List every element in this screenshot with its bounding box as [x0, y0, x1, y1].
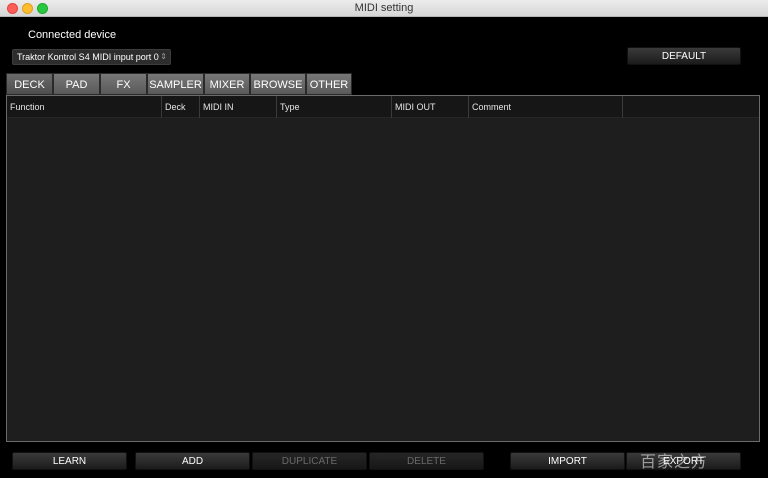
default-button[interactable]: DEFAULT — [627, 47, 741, 65]
learn-button[interactable]: LEARN — [12, 452, 127, 470]
tab-browse[interactable]: BROWSE — [250, 73, 306, 95]
duplicate-button[interactable]: DUPLICATE — [252, 452, 367, 470]
tab-sampler[interactable]: SAMPLER — [147, 73, 204, 95]
tab-pad[interactable]: PAD — [53, 73, 100, 95]
delete-button[interactable]: DELETE — [369, 452, 484, 470]
watermark-text: 百家之方 — [640, 452, 709, 471]
column-deck[interactable]: Deck — [162, 96, 200, 118]
add-button[interactable]: ADD — [135, 452, 250, 470]
connected-device-select[interactable]: Traktor Kontrol S4 MIDI input port 0 ⇕ — [12, 49, 171, 65]
tab-other[interactable]: OTHER — [306, 73, 352, 95]
column-comment[interactable]: Comment — [469, 96, 623, 118]
column-extra — [623, 96, 759, 118]
mapping-table[interactable]: Function Deck MIDI IN Type MIDI OUT Comm… — [6, 95, 760, 442]
tab-mixer[interactable]: MIXER — [204, 73, 250, 95]
connected-device-label: Connected device — [28, 29, 117, 41]
column-midi-in[interactable]: MIDI IN — [200, 96, 277, 118]
import-button[interactable]: IMPORT — [510, 452, 625, 470]
title-bar: MIDI setting — [0, 0, 768, 17]
connected-device-value: Traktor Kontrol S4 MIDI input port 0 — [17, 52, 159, 62]
column-type[interactable]: Type — [277, 96, 392, 118]
tab-fx[interactable]: FX — [100, 73, 147, 95]
column-function[interactable]: Function — [7, 96, 162, 118]
window-title: MIDI setting — [354, 2, 414, 14]
table-header: Function Deck MIDI IN Type MIDI OUT Comm… — [7, 96, 759, 118]
column-midi-out[interactable]: MIDI OUT — [392, 96, 469, 118]
select-arrows-icon: ⇕ — [160, 52, 167, 61]
tab-deck[interactable]: DECK — [6, 73, 53, 95]
